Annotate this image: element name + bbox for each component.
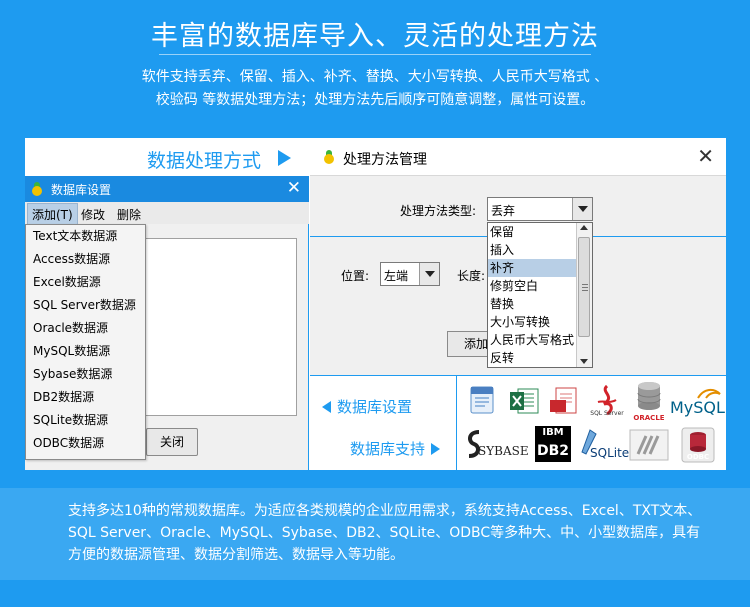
add-datasource-menu: Text文本数据源 Access数据源 Excel数据源 SQL Server数… — [25, 224, 146, 460]
arrow-right-icon — [431, 443, 441, 455]
footer-description: 支持多达10种的常规数据库。为适应各类规模的企业应用需求，系统支持Access、… — [68, 503, 702, 563]
menu-item-sqlite-datasource[interactable]: SQLite数据源 — [26, 409, 145, 432]
sqlserver-logo-icon: SQL Server — [588, 382, 626, 420]
document-logo-icon — [548, 386, 580, 416]
method-type-select[interactable]: 丢弃 — [487, 197, 593, 221]
arrow-right-icon — [278, 150, 291, 166]
option-case-convert[interactable]: 大小写转换 — [488, 313, 576, 331]
scroll-up-icon[interactable] — [580, 225, 588, 230]
menu-item-odbc-datasource[interactable]: ODBC数据源 — [26, 432, 145, 455]
scroll-thumb[interactable] — [578, 237, 590, 337]
database-settings-title: 数据库设置 — [51, 183, 112, 197]
scroll-down-icon[interactable] — [580, 359, 588, 364]
method-type-dropdown-list: 保留 插入 补齐 修剪空白 替换 大小写转换 人民币大写格式 反转 — [487, 222, 593, 368]
oracle-logo-icon: ORACLE — [630, 380, 668, 424]
option-reverse[interactable]: 反转 — [488, 349, 576, 367]
method-management-column: 处理方法管理 ✕ 处理方法类型: 丢弃 位置: 左端 长度: 添加 保留 插入 … — [310, 138, 726, 471]
menu-add[interactable]: 添加(T) — [27, 203, 78, 226]
menu-item-text-datasource[interactable]: Text文本数据源 — [26, 225, 145, 248]
menu-item-access-datasource[interactable]: Access数据源 — [26, 248, 145, 271]
access-logo-icon — [466, 384, 498, 416]
excel-logo-icon — [508, 386, 540, 416]
database-settings-column: 数据处理方式 数据库设置 ✕ 添加(T) 修改 删除 关闭 Text文本数据源 … — [25, 138, 309, 470]
option-rmb-uppercase[interactable]: 人民币大写格式 — [488, 331, 576, 349]
menu-item-sybase-datasource[interactable]: Sybase数据源 — [26, 363, 145, 386]
menu-edit[interactable]: 修改 — [81, 206, 105, 223]
database-support-link[interactable]: 数据库支持 — [350, 438, 441, 459]
close-button[interactable]: 关闭 — [146, 428, 198, 456]
subtitle-line-1: 软件支持丢弃、保留、插入、补齐、替换、大小写转换、人民币大写格式 、 — [141, 69, 609, 85]
db-generic-logo-icon — [628, 428, 670, 462]
chevron-down-icon[interactable] — [572, 198, 592, 220]
arrow-left-icon — [322, 401, 331, 413]
title-underline — [159, 54, 591, 55]
menu-item-db2-datasource[interactable]: DB2数据源 — [26, 386, 145, 409]
processing-methods-label: 数据处理方式 — [146, 150, 261, 172]
mysql-logo-icon: MySQL — [670, 386, 725, 422]
position-value: 左端 — [384, 269, 409, 283]
list-scrollbar[interactable] — [576, 223, 592, 367]
processing-methods-heading: 数据处理方式 — [25, 138, 309, 176]
menu-delete[interactable]: 删除 — [117, 206, 141, 223]
menu-item-excel-datasource[interactable]: Excel数据源 — [26, 271, 145, 294]
length-label: 长度: — [457, 269, 486, 283]
close-icon[interactable]: ✕ — [287, 178, 301, 198]
app-bulb-icon — [31, 182, 43, 196]
option-keep[interactable]: 保留 — [488, 223, 576, 241]
method-type-value: 丢弃 — [491, 204, 516, 218]
database-logos: SQL Server ORACLE MySQL SYBASE IBM DB2 S… — [458, 376, 726, 471]
option-replace[interactable]: 替换 — [488, 295, 576, 313]
database-links: 数据库设置 数据库支持 — [310, 376, 457, 471]
screenshot-panel: 数据处理方式 数据库设置 ✕ 添加(T) 修改 删除 关闭 Text文本数据源 … — [25, 138, 726, 471]
method-management-titlebar: 处理方法管理 ✕ — [310, 138, 726, 176]
subtitle-line-2: 校验码 等数据处理方法；处理方法先后顺序可随意调整，属性可设置。 — [155, 92, 595, 108]
menu-item-mysql-datasource[interactable]: MySQL数据源 — [26, 340, 145, 363]
option-pad[interactable]: 补齐 — [488, 259, 576, 277]
method-management-title: 处理方法管理 — [343, 152, 427, 168]
add-button[interactable]: 添加 — [447, 331, 489, 357]
odbc-logo-icon: ODBC — [680, 426, 716, 464]
page-subtitle: 软件支持丢弃、保留、插入、补齐、替换、大小写转换、人民币大写格式 、 校验码 等… — [90, 66, 660, 112]
menu-bar: 添加(T) 修改 删除 — [25, 202, 309, 226]
sybase-logo-icon: SYBASE — [464, 428, 530, 462]
position-select[interactable]: 左端 — [380, 262, 440, 286]
close-icon[interactable]: ✕ — [697, 144, 714, 168]
app-bulb-icon — [323, 150, 335, 164]
footer: 支持多达10种的常规数据库。为适应各类规模的企业应用需求，系统支持Access、… — [0, 488, 750, 580]
option-insert[interactable]: 插入 — [488, 241, 576, 259]
menu-item-oracle-datasource[interactable]: Oracle数据源 — [26, 317, 145, 340]
database-settings-link[interactable]: 数据库设置 — [322, 396, 412, 417]
menu-item-sqlserver-datasource[interactable]: SQL Server数据源 — [26, 294, 145, 317]
position-label: 位置: — [341, 269, 370, 283]
datasource-text-area[interactable] — [145, 238, 297, 416]
sqlite-logo-icon: SQLite — [578, 426, 629, 464]
chevron-down-icon[interactable] — [419, 263, 439, 285]
db2-logo-icon: IBM DB2 — [535, 426, 571, 462]
database-settings-titlebar: 数据库设置 ✕ — [25, 176, 309, 202]
page-title: 丰富的数据库导入、灵活的处理方法 — [151, 21, 599, 52]
page: 丰富的数据库导入、灵活的处理方法 软件支持丢弃、保留、插入、补齐、替换、大小写转… — [0, 0, 750, 607]
database-section: 数据库设置 数据库支持 SQL Server ORACLE MySQL SYBA… — [310, 375, 726, 471]
option-trim[interactable]: 修剪空白 — [488, 277, 576, 295]
method-type-label: 处理方法类型: — [400, 204, 477, 218]
